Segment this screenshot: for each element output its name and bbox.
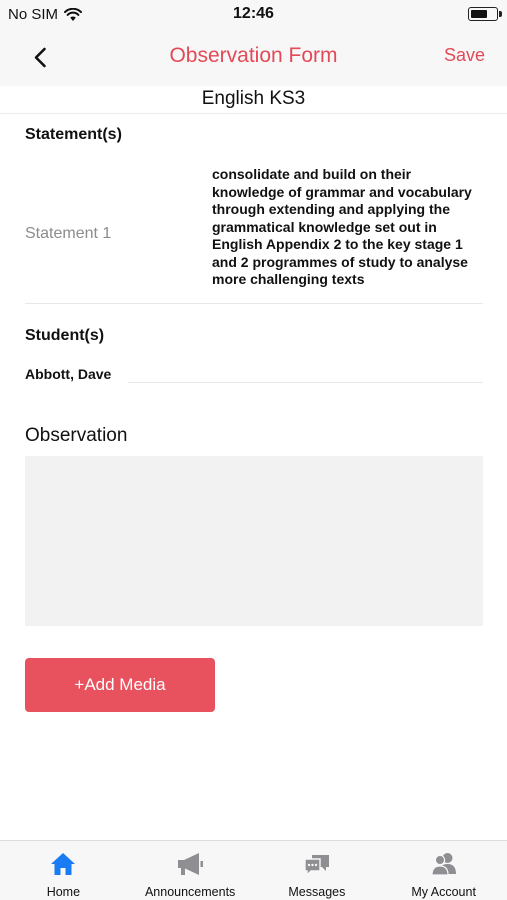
clock: 12:46	[233, 5, 274, 22]
battery-level	[471, 10, 487, 18]
divider	[128, 382, 483, 383]
tab-bar: Home Announcements Messages My Account	[0, 840, 507, 900]
tab-label: Messages	[288, 885, 346, 899]
tab-home[interactable]: Home	[0, 841, 127, 900]
student-name: Abbott, Dave	[25, 366, 112, 382]
chat-bubbles-icon	[304, 855, 329, 877]
tab-announcements[interactable]: Announcements	[127, 841, 254, 900]
divider	[0, 113, 507, 114]
tab-label: My Account	[411, 885, 476, 899]
battery-icon	[468, 7, 502, 21]
statements-heading: Statement(s)	[25, 126, 122, 143]
observation-field[interactable]	[25, 456, 483, 626]
divider	[25, 303, 483, 304]
back-button[interactable]	[26, 43, 56, 73]
status-bar: No SIM 12:46	[0, 0, 507, 30]
page-title: Observation Form	[169, 44, 338, 67]
tab-label: Announcements	[144, 885, 236, 899]
subject-title: English KS3	[201, 88, 306, 109]
navigation-bar: Observation Form Save	[0, 30, 507, 86]
tab-label: Home	[46, 885, 81, 899]
observation-heading: Observation	[25, 425, 128, 446]
tab-my-account[interactable]: My Account	[380, 841, 507, 900]
save-button[interactable]: Save	[444, 45, 485, 66]
add-media-button[interactable]: +Add Media	[25, 658, 215, 712]
students-heading: Student(s)	[25, 327, 105, 344]
megaphone-icon	[178, 853, 204, 875]
chevron-left-icon	[34, 47, 46, 68]
statement-label: Statement 1	[25, 225, 112, 242]
statement-text: consolidate and build on their knowledge…	[212, 166, 472, 287]
users-icon	[431, 853, 456, 876]
home-icon	[51, 853, 76, 875]
tab-messages[interactable]: Messages	[254, 841, 381, 900]
